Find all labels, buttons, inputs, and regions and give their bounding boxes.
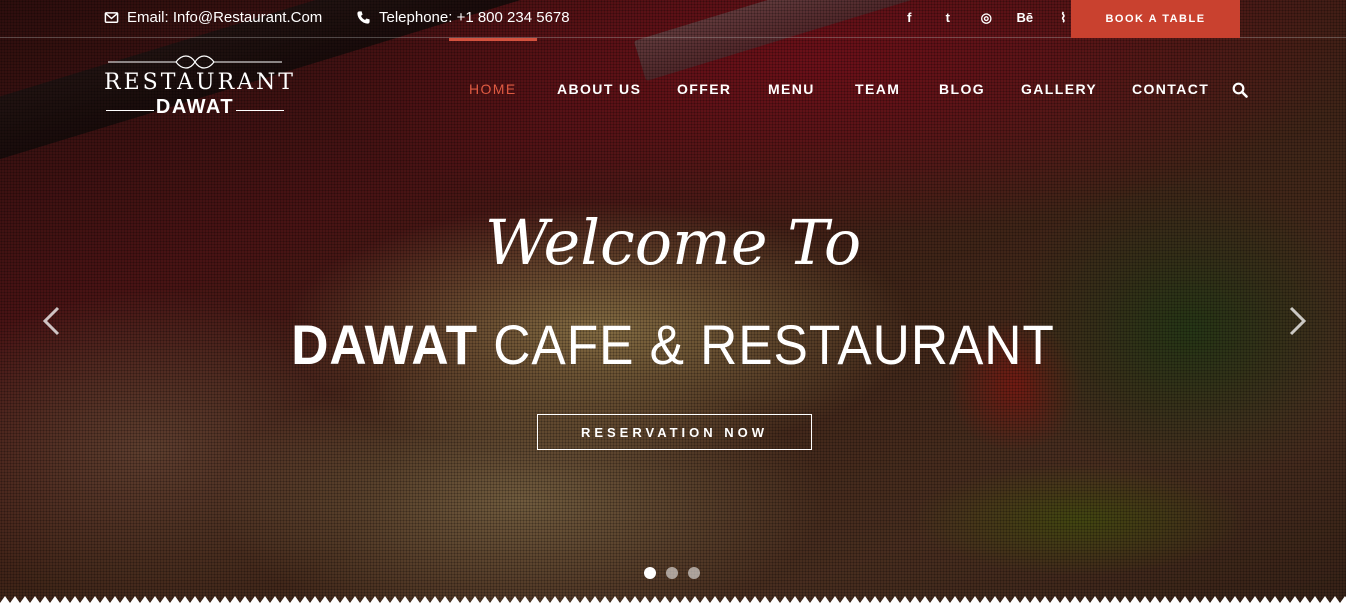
- search-icon[interactable]: [1232, 82, 1248, 98]
- logo-ornament-icon: [108, 55, 282, 69]
- slider-pagination: [644, 567, 700, 579]
- nav-item-contact[interactable]: CONTACT: [1132, 81, 1209, 97]
- nav-item-gallery[interactable]: GALLERY: [1021, 81, 1097, 97]
- hero-headline-brand: DAWAT: [291, 313, 479, 376]
- logo-text-bottom: DAWAT: [155, 96, 235, 118]
- logo-divider-right: [236, 110, 284, 111]
- behance-icon[interactable]: Bē: [1006, 10, 1045, 26]
- nav-active-indicator: [449, 38, 537, 41]
- main-nav: HOME ABOUT US OFFER MENU TEAM BLOG GALLE…: [0, 81, 1346, 99]
- nav-item-offer[interactable]: OFFER: [677, 81, 731, 97]
- nav-item-team[interactable]: TEAM: [855, 81, 900, 97]
- slider-dot-3[interactable]: [688, 567, 700, 579]
- email-text: Email: Info@Restaurant.Com: [127, 9, 323, 26]
- social-links: f t ◎ Bē ⌇: [890, 10, 1083, 26]
- book-table-button[interactable]: BOOK A TABLE: [1071, 0, 1240, 38]
- hero-headline-rest: CAFE & RESTAURANT: [478, 313, 1055, 376]
- twitter-icon[interactable]: t: [929, 10, 968, 26]
- chevron-right-icon: [1289, 306, 1307, 336]
- chevron-left-icon: [42, 306, 60, 336]
- nav-item-home[interactable]: HOME: [469, 81, 517, 97]
- slider-prev-button[interactable]: [40, 305, 62, 337]
- hero-headline: DAWAT CAFE & RESTAURANT: [54, 312, 1292, 377]
- phone-icon: [357, 11, 370, 24]
- slider-dot-1[interactable]: [644, 567, 656, 579]
- envelope-icon: [104, 12, 119, 23]
- slider-dot-2[interactable]: [666, 567, 678, 579]
- nav-item-menu[interactable]: MENU: [768, 81, 815, 97]
- telephone-text: Telephone: +1 800 234 5678: [379, 9, 570, 26]
- telephone-contact[interactable]: Telephone: +1 800 234 5678: [356, 9, 570, 26]
- slider-next-button[interactable]: [1287, 305, 1309, 337]
- zigzag-divider: [0, 593, 1346, 603]
- nav-item-blog[interactable]: BLOG: [939, 81, 985, 97]
- dribbble-icon[interactable]: ◎: [967, 10, 1006, 26]
- facebook-icon[interactable]: f: [890, 10, 929, 26]
- hero-welcome-text: Welcome To: [484, 206, 862, 279]
- email-contact[interactable]: Email: Info@Restaurant.Com: [104, 9, 322, 26]
- reservation-button[interactable]: RESERVATION NOW: [537, 414, 812, 450]
- nav-item-about-us[interactable]: ABOUT US: [557, 81, 641, 97]
- top-bar: Email: Info@Restaurant.Com Telephone: +1…: [0, 0, 1346, 38]
